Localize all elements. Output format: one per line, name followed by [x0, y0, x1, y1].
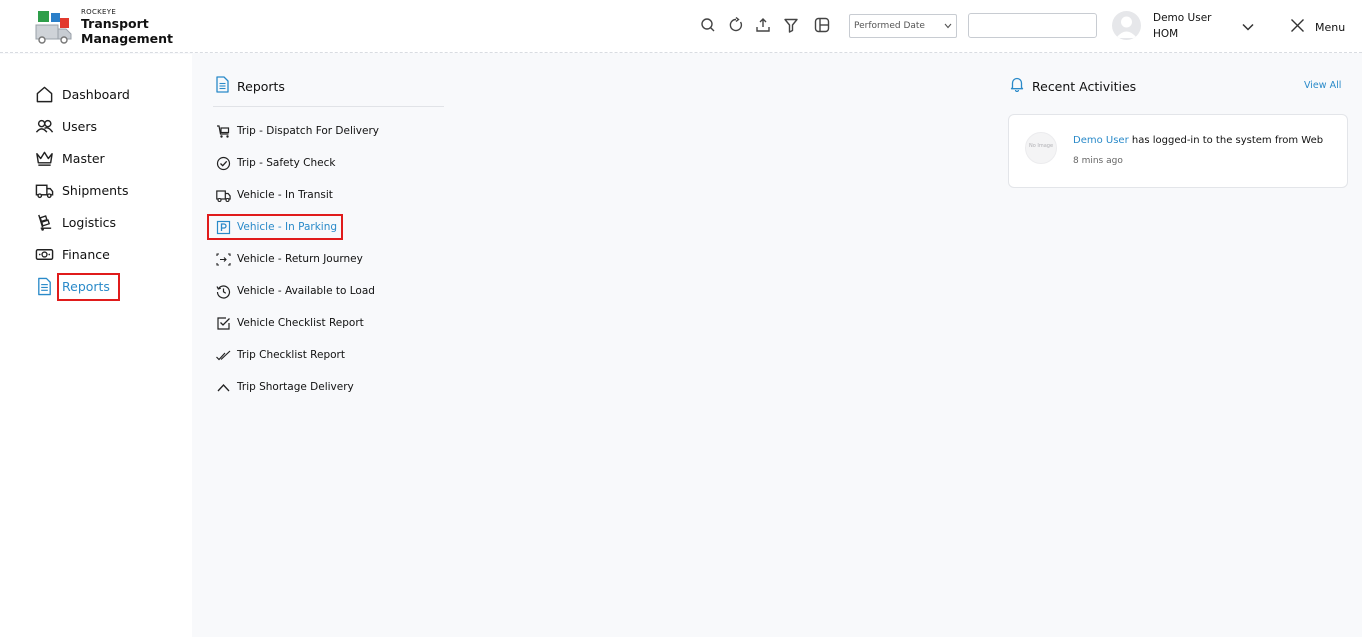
activity-user-link[interactable]: Demo User [1073, 135, 1129, 146]
sidebar: Dashboard Users Master Shipments Logisti… [0, 54, 192, 637]
report-label: Trip Checklist Report [237, 349, 345, 361]
reports-title: Reports [237, 79, 285, 94]
upload-icon[interactable] [755, 17, 771, 33]
report-link-trip-shortage[interactable]: Trip Shortage Delivery [215, 378, 354, 396]
user-org: HOM [1153, 28, 1179, 40]
recent-activities-title: Recent Activities [1032, 78, 1137, 94]
sidebar-item-shipments[interactable]: Shipments [34, 179, 128, 201]
user-avatar[interactable] [1112, 11, 1141, 40]
menu-button[interactable]: Menu [1315, 21, 1345, 34]
truck-icon [34, 180, 54, 200]
reports-divider [213, 106, 444, 107]
activity-time: 8 mins ago [1073, 156, 1123, 166]
report-link-vehicle-checklist[interactable]: Vehicle Checklist Report [215, 314, 364, 332]
recent-activities-header: Recent Activities [1010, 76, 1136, 96]
report-label: Vehicle - Return Journey [237, 253, 363, 265]
search-icon[interactable] [700, 17, 716, 33]
activity-text: has logged-in to the system from Web [1128, 135, 1324, 146]
report-label: Trip - Dispatch For Delivery [237, 125, 380, 137]
bell-icon [1010, 76, 1024, 96]
chevron-down-icon [940, 23, 956, 29]
history-icon [215, 283, 231, 299]
double-check-icon [215, 347, 231, 363]
report-label: Trip Shortage Delivery [237, 381, 354, 393]
report-label: Vehicle - In Transit [237, 189, 333, 201]
parking-highlight-box [207, 214, 343, 240]
return-icon [215, 251, 231, 267]
document-icon [215, 76, 230, 97]
brand-line-1: Transport [81, 16, 149, 31]
report-link-vehicle-return[interactable]: Vehicle - Return Journey [215, 250, 363, 268]
user-name: Demo User [1153, 12, 1212, 24]
close-icon[interactable] [1290, 18, 1305, 33]
report-link-trip-dispatch[interactable]: Trip - Dispatch For Delivery [215, 122, 379, 140]
check-circle-icon [215, 155, 231, 171]
money-icon [34, 244, 54, 264]
activity-avatar: No Image [1025, 132, 1057, 164]
home-icon [34, 84, 54, 104]
date-input[interactable] [968, 13, 1097, 38]
refresh-icon[interactable] [728, 17, 744, 33]
crown-icon [34, 148, 54, 168]
user-menu-chevron-icon[interactable] [1241, 19, 1255, 33]
columns-icon[interactable] [814, 17, 830, 33]
report-link-vehicle-transit[interactable]: Vehicle - In Transit [215, 186, 333, 204]
activity-card: No Image Demo User has logged-in to the … [1008, 114, 1348, 188]
report-link-trip-checklist[interactable]: Trip Checklist Report [215, 346, 345, 364]
sidebar-item-label: Logistics [62, 214, 117, 230]
sidebar-item-label: Master [62, 150, 105, 166]
hand-truck-icon [34, 212, 54, 232]
triangle-icon [215, 379, 231, 395]
document-icon [34, 276, 54, 296]
sidebar-item-users[interactable]: Users [34, 115, 97, 137]
reports-header: Reports [215, 76, 285, 97]
report-link-trip-safety[interactable]: Trip - Safety Check [215, 154, 335, 172]
reports-highlight-box [57, 273, 120, 301]
brand-name: ROCKEYE Transport Management [81, 8, 174, 47]
rockeye-logo[interactable] [34, 9, 74, 45]
sidebar-item-dashboard[interactable]: Dashboard [34, 83, 130, 105]
brand-line-2: Management [81, 31, 174, 46]
sidebar-item-logistics[interactable]: Logistics [34, 211, 116, 233]
checkbox-icon [215, 315, 231, 331]
view-all-link[interactable]: View All [1304, 80, 1341, 91]
truck-icon [215, 187, 231, 203]
activity-message: Demo User has logged-in to the system fr… [1073, 135, 1323, 146]
performed-date-select[interactable]: Performed Date [849, 14, 957, 38]
users-icon [34, 116, 54, 136]
report-link-vehicle-available[interactable]: Vehicle - Available to Load [215, 282, 375, 300]
sidebar-item-label: Shipments [62, 182, 129, 198]
top-header: ROCKEYE Transport Management Performed D… [0, 0, 1362, 53]
report-label: Trip - Safety Check [237, 157, 336, 169]
brand-company: ROCKEYE [81, 8, 117, 16]
sidebar-item-label: Users [62, 118, 98, 134]
sidebar-item-finance[interactable]: Finance [34, 243, 110, 265]
sidebar-item-master[interactable]: Master [34, 147, 105, 169]
cart-icon [215, 123, 231, 139]
sidebar-item-label: Dashboard [62, 86, 130, 102]
filter-icon[interactable] [783, 17, 799, 33]
report-label: Vehicle Checklist Report [237, 317, 364, 329]
performed-date-value: Performed Date [854, 21, 925, 31]
sidebar-item-label: Finance [62, 246, 110, 262]
report-label: Vehicle - Available to Load [237, 285, 375, 297]
